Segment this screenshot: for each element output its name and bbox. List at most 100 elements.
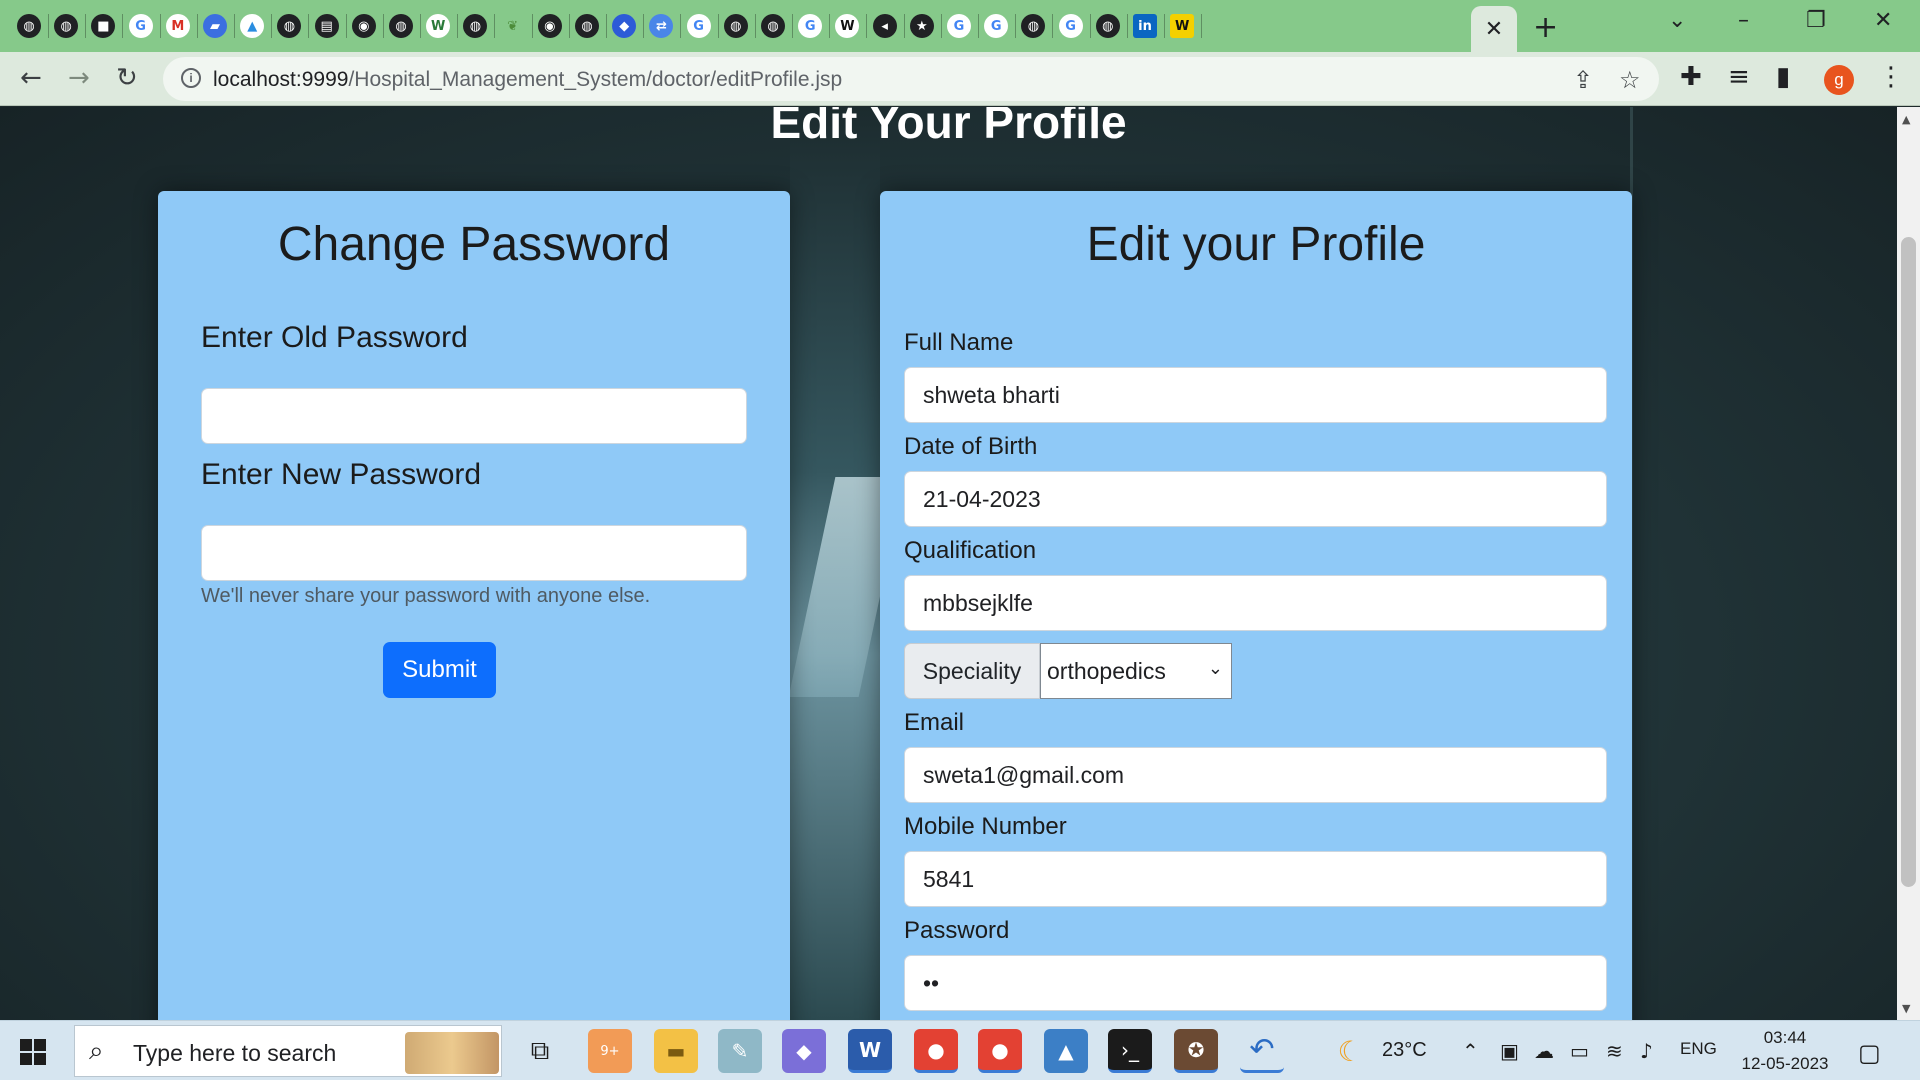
minimize-button[interactable]: – [1738,8,1749,33]
tab-globe-icon[interactable]: ◍ [572,11,602,41]
tab-globe-icon[interactable]: ◍ [386,11,416,41]
page-scrollbar[interactable]: ▲ ▼ [1897,107,1920,1020]
tab-search-chevron-icon[interactable]: ⌄ [1668,8,1686,33]
tab-w-yellow-icon[interactable]: W [1167,11,1197,41]
dolphin-icon[interactable]: ↶ [1240,1029,1284,1073]
tab-separator [1201,14,1203,38]
close-window-button[interactable]: ✕ [1874,8,1892,33]
search-icon: ⌕ [89,1036,104,1066]
old-password-input[interactable] [201,388,747,444]
tab-audio-icon[interactable]: ◂ [870,11,900,41]
tab-square-icon[interactable]: ■ [88,11,118,41]
word-icon[interactable]: W [848,1029,892,1073]
tab-diamond-icon[interactable]: ◆ [609,11,639,41]
tab-globe-icon[interactable]: ◍ [721,11,751,41]
password-hint: We'll never share your password with any… [201,585,651,607]
task-view-icon[interactable]: ⧉ [518,1029,562,1073]
wifi-icon[interactable]: ≋ [1606,1039,1623,1063]
meet-icon[interactable]: ▣ [1500,1039,1519,1063]
tab-star-icon[interactable]: ★ [907,11,937,41]
reload-button[interactable]: ↻ [116,64,138,92]
tab-github-icon[interactable]: ◉ [535,11,565,41]
tab-google-icon[interactable]: G [684,11,714,41]
tab-github-icon[interactable]: ◉ [349,11,379,41]
tab-separator [531,14,533,38]
battery-icon[interactable]: ▭ [1570,1039,1589,1063]
chrome-icon[interactable]: ● [914,1029,958,1073]
tab-triangle-icon[interactable]: ▲ [237,11,267,41]
share-icon[interactable]: ⇪ [1573,66,1593,94]
tab-google-icon[interactable]: G [126,11,156,41]
onedrive-icon[interactable]: ☁ [1534,1039,1554,1063]
taskbar-search-box[interactable]: ⌕ Type here to search [74,1025,502,1077]
menu-kebab-icon[interactable]: ⋮ [1878,62,1904,92]
mobile-input[interactable]: 5841 [904,851,1607,907]
side-panel-icon[interactable]: ▮ [1776,62,1790,92]
submit-password-button[interactable]: Submit [383,642,496,698]
dob-input[interactable]: 21-04-2023 [904,471,1607,527]
tab-globe-icon[interactable]: ◍ [51,11,81,41]
tab-separator [1015,14,1017,38]
notepad-icon[interactable]: ✎ [718,1029,762,1073]
email-input[interactable]: sweta1@gmail.com [904,747,1607,803]
tab-translate-icon[interactable]: ⇄ [646,11,676,41]
new-tab-button[interactable]: + [1533,10,1558,45]
tab-google-icon[interactable]: G [795,11,825,41]
system-clock[interactable]: 03:44 12-05-2023 [1730,1025,1840,1077]
chrome-profile-icon[interactable]: ● [978,1029,1022,1073]
forward-button[interactable]: → [68,64,90,92]
tab-globe-icon[interactable]: ◍ [758,11,788,41]
extensions-icon[interactable]: ✚ [1680,62,1702,92]
tab-w-icon[interactable]: W [423,11,453,41]
start-button[interactable] [20,1039,46,1065]
qualification-label: Qualification [904,537,1037,564]
tab-google-icon[interactable]: G [944,11,974,41]
volume-icon[interactable]: ♪ [1640,1039,1653,1063]
tray-chevron-up-icon[interactable]: ⌃ [1462,1039,1479,1063]
tab-leaf-icon[interactable]: ❦ [498,11,528,41]
discord-icon[interactable]: 9+ [588,1029,632,1073]
globe-icon: ◍ [1095,14,1120,38]
weather-moon-icon[interactable]: ☾ [1328,1029,1372,1073]
discord-badge: 9+ [600,1043,620,1059]
terminal-icon[interactable]: ›_ [1108,1029,1152,1073]
notification-icon[interactable]: ▢ [1858,1039,1881,1067]
copilot-icon[interactable]: ◆ [782,1029,826,1073]
speciality-select[interactable]: orthopedics ⌄ [1040,643,1232,699]
weather-temp[interactable]: 23°C [1382,1039,1427,1062]
google-icon: G [686,14,711,38]
site-info-icon[interactable]: i [181,68,201,88]
tab-globe-icon[interactable]: ◍ [460,11,490,41]
profile-avatar[interactable]: g [1824,65,1854,95]
tab-globe-icon[interactable]: ◍ [1093,11,1123,41]
tab-gmail-icon[interactable]: M [163,11,193,41]
full-name-input[interactable]: shweta bharti [904,367,1607,423]
tab-google-icon[interactable]: G [1056,11,1086,41]
tab-wikipedia-icon[interactable]: W [832,11,862,41]
url-text[interactable]: localhost:9999/Hospital_Management_Syste… [213,68,842,92]
scroll-down-icon[interactable]: ▼ [1902,1002,1910,1015]
restore-button[interactable]: ❐ [1806,8,1826,33]
tab-doc-icon[interactable]: ▤ [312,11,342,41]
tab-separator [234,14,235,38]
bookmark-star-icon[interactable]: ☆ [1619,66,1641,94]
file-explorer-icon[interactable]: ▬ [654,1029,698,1073]
tab-globe-icon[interactable]: ◍ [274,11,304,41]
scroll-up-icon[interactable]: ▲ [1902,113,1910,126]
tab-chat-icon[interactable]: ▰ [200,11,230,41]
active-tab-close-icon[interactable]: ✕ [1471,6,1517,52]
tab-google-icon[interactable]: G [981,11,1011,41]
address-bar[interactable]: i localhost:9999/Hospital_Management_Sys… [163,57,1659,101]
tab-linkedin-icon[interactable]: in [1130,11,1160,41]
game-icon[interactable]: ✪ [1174,1029,1218,1073]
tab-globe-icon[interactable]: ◍ [14,11,44,41]
language-indicator[interactable]: ENG [1680,1039,1717,1059]
qualification-input[interactable]: mbbsejklfe [904,575,1607,631]
scrollbar-thumb[interactable] [1901,237,1916,887]
new-password-input[interactable] [201,525,747,581]
back-button[interactable]: ← [20,64,42,92]
tab-globe-icon[interactable]: ◍ [1018,11,1048,41]
password-input[interactable]: •• [904,955,1607,1011]
photos-icon[interactable]: ▲ [1044,1029,1088,1073]
media-control-icon[interactable]: ≡ [1728,62,1750,92]
